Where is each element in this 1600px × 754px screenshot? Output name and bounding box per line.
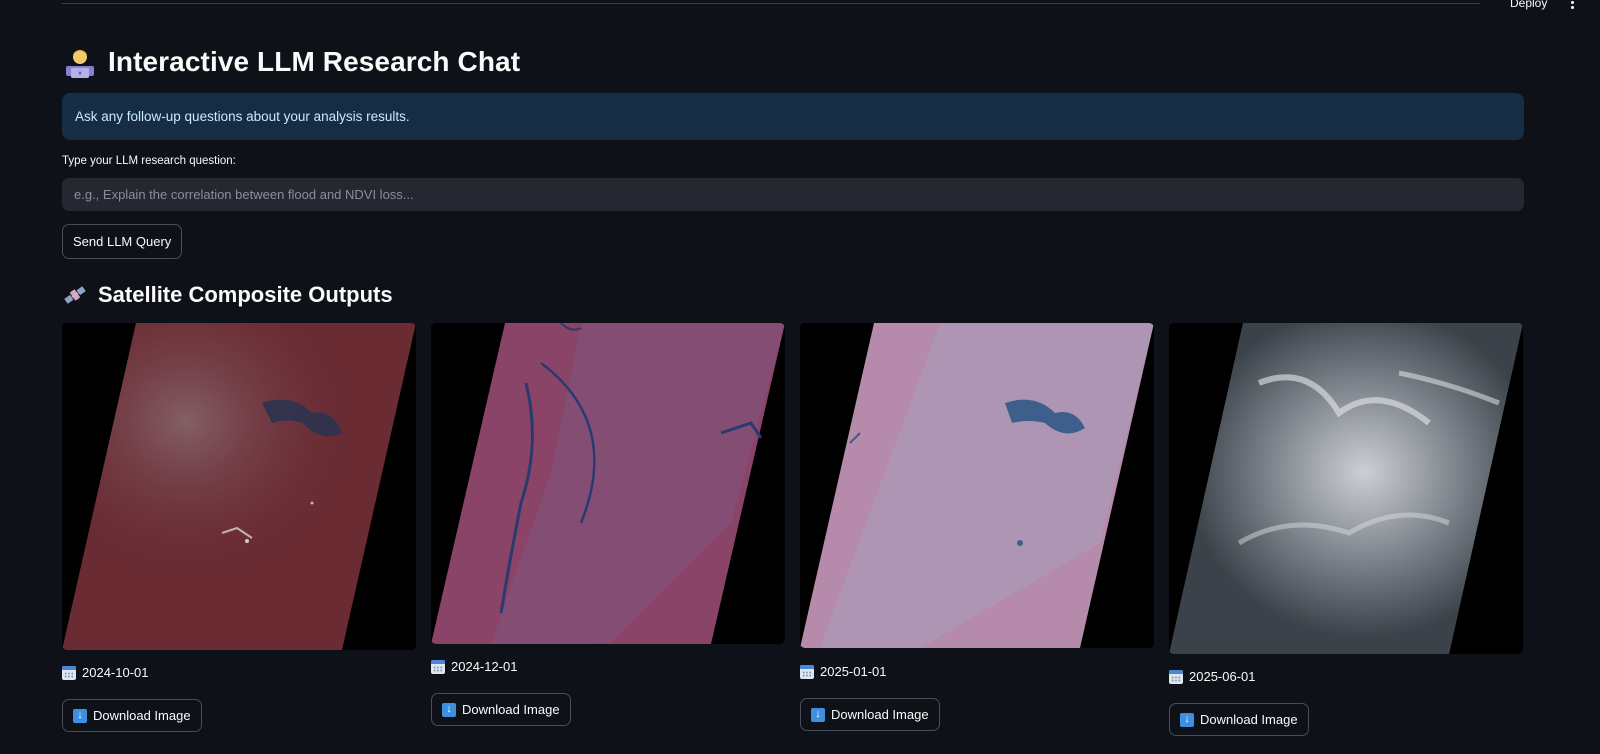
top-toolbar: Deploy — [0, 0, 1600, 10]
download-image-button[interactable]: ↓ Download Image — [800, 698, 940, 731]
satellite-image-2024-12-01 — [431, 323, 785, 644]
download-image-button[interactable]: ↓ Download Image — [1169, 703, 1309, 736]
download-label: Download Image — [462, 702, 560, 717]
calendar-icon — [431, 659, 445, 674]
calendar-icon — [1169, 669, 1183, 684]
date-row: 2024-10-01 — [62, 665, 149, 680]
satellite-emoji-icon — [62, 282, 88, 308]
satellite-image-2025-06-01 — [1169, 323, 1523, 654]
satellite-image-2024-10-01 — [62, 323, 416, 650]
section-title: Satellite Composite Outputs — [62, 278, 393, 312]
info-alert: Ask any follow-up questions about your a… — [62, 93, 1524, 140]
download-label: Download Image — [1200, 712, 1298, 727]
down-arrow-icon: ↓ — [73, 708, 87, 723]
download-label: Download Image — [831, 707, 929, 722]
section-title-text: Satellite Composite Outputs — [98, 282, 393, 307]
kebab-menu-icon[interactable] — [1568, 0, 1576, 10]
date-row: 2025-01-01 — [800, 664, 887, 679]
download-image-button[interactable]: ↓ Download Image — [431, 693, 571, 726]
down-arrow-icon: ↓ — [1180, 712, 1194, 727]
composite-date: 2025-06-01 — [1189, 669, 1256, 684]
deploy-button[interactable]: Deploy — [1510, 0, 1547, 10]
composite-date: 2024-10-01 — [82, 665, 149, 680]
technologist-emoji-icon — [62, 44, 98, 80]
download-label: Download Image — [93, 708, 191, 723]
download-image-button[interactable]: ↓ Download Image — [62, 699, 202, 732]
header-divider — [62, 3, 1480, 4]
calendar-icon — [62, 665, 76, 680]
composite-date: 2024-12-01 — [451, 659, 518, 674]
date-row: 2024-12-01 — [431, 659, 518, 674]
llm-question-input[interactable] — [62, 178, 1524, 211]
question-label: Type your LLM research question: — [62, 155, 236, 167]
date-row: 2025-06-01 — [1169, 669, 1256, 684]
satellite-image-2025-01-01 — [800, 323, 1154, 648]
send-llm-query-button[interactable]: Send LLM Query — [62, 224, 183, 259]
info-alert-text: Ask any follow-up questions about your a… — [75, 109, 410, 124]
page-title: Interactive LLM Research Chat — [62, 40, 520, 84]
calendar-icon — [800, 664, 814, 679]
down-arrow-icon: ↓ — [811, 707, 825, 722]
page-title-text: Interactive LLM Research Chat — [108, 46, 521, 77]
composite-date: 2025-01-01 — [820, 664, 887, 679]
down-arrow-icon: ↓ — [442, 702, 456, 717]
